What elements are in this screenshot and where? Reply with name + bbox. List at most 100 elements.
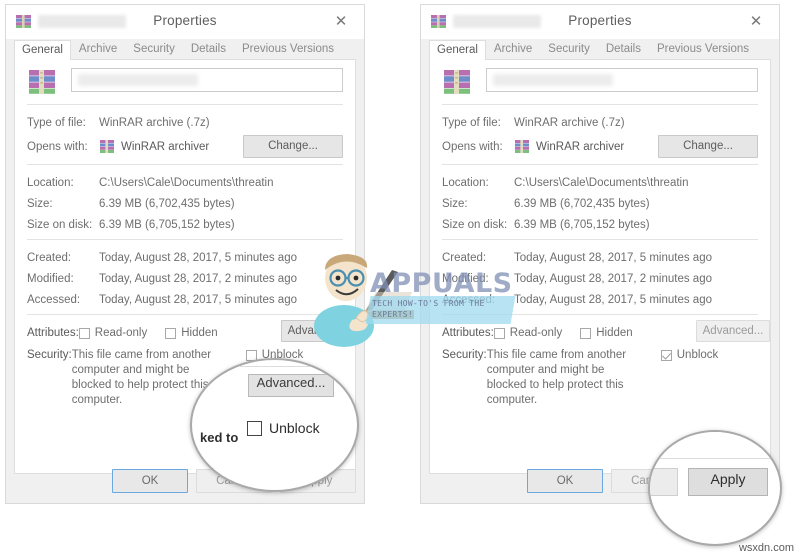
readonly-checkbox[interactable]: [78, 327, 90, 339]
unblock-group[interactable]: Unblock: [660, 349, 737, 361]
title-bar: Properties ✕: [6, 5, 364, 39]
file-name-header: [430, 60, 770, 104]
unblock-label: Unblock: [676, 349, 719, 361]
file-dates-section: Created: Today, August 28, 2017, 5 minut…: [15, 240, 355, 314]
label-security: Security:: [442, 349, 487, 361]
title-bar: Properties ✕: [421, 5, 779, 39]
tab-archive[interactable]: Archive: [486, 39, 540, 59]
hidden-checkbox[interactable]: [165, 327, 177, 339]
row-modified: Modified: Today, August 28, 2017, 2 minu…: [27, 268, 343, 289]
label-accessed: Accessed:: [27, 293, 81, 306]
opens-with-value-group: WinRAR archiver: [99, 139, 243, 154]
opens-with-value-group: WinRAR archiver: [514, 139, 658, 154]
redacted-file-name-value: [493, 74, 613, 86]
hidden-checkbox[interactable]: [580, 327, 592, 339]
file-location-section: Location: C:\Users\Cale\Documents\threat…: [15, 165, 355, 239]
hidden-label: Hidden: [181, 327, 218, 339]
label-accessed: Accessed:: [442, 293, 496, 306]
label-attributes: Attributes:: [27, 327, 79, 339]
magnified-cancel-button[interactable]: [650, 468, 678, 496]
change-button[interactable]: Change...: [658, 135, 758, 158]
tab-general[interactable]: General: [429, 40, 486, 60]
value-created: Today, August 28, 2017, 5 minutes ago: [514, 251, 712, 264]
row-size-on-disk: Size on disk: 6.39 MB (6,705,152 bytes): [442, 214, 758, 235]
window-title: Properties: [568, 13, 632, 28]
tab-security[interactable]: Security: [125, 39, 183, 59]
value-size-on-disk: 6.39 MB (6,705,152 bytes): [99, 218, 235, 231]
magnified-apply-button[interactable]: Apply: [688, 468, 768, 496]
label-created: Created:: [442, 251, 487, 264]
value-type-of-file: WinRAR archive (.7z): [99, 116, 210, 129]
winrar-app-icon: [100, 140, 114, 153]
value-size: 6.39 MB (6,702,435 bytes): [514, 197, 650, 210]
winrar-large-icon: [29, 70, 55, 94]
file-type-section: Type of file: WinRAR archive (.7z) Opens…: [430, 105, 770, 164]
file-dates-section: Created: Today, August 28, 2017, 5 minut…: [430, 240, 770, 314]
label-opens-with: Opens with:: [27, 140, 88, 153]
tab-general[interactable]: General: [14, 40, 71, 60]
security-description: This file came from another computer and…: [486, 349, 627, 406]
row-size: Size: 6.39 MB (6,702,435 bytes): [27, 193, 343, 214]
unblock-checkbox[interactable]: [660, 349, 672, 361]
ok-button[interactable]: OK: [527, 469, 603, 493]
value-size-on-disk: 6.39 MB (6,705,152 bytes): [514, 218, 650, 231]
magnifier-content: Advanced... ked to Unblock: [192, 360, 357, 490]
label-type-of-file: Type of file:: [27, 116, 86, 129]
tab-previous-versions[interactable]: Previous Versions: [649, 39, 757, 59]
label-size: Size:: [27, 197, 53, 210]
magnified-unblock-checkbox[interactable]: [247, 420, 262, 436]
close-icon[interactable]: ✕: [741, 10, 771, 32]
value-type-of-file: WinRAR archive (.7z): [514, 116, 625, 129]
magnifier-callout-apply: Apply: [648, 430, 782, 546]
redacted-file-name-value: [78, 74, 198, 86]
value-size: 6.39 MB (6,702,435 bytes): [99, 197, 235, 210]
label-type-of-file: Type of file:: [442, 116, 501, 129]
magnified-unblock-label: Unblock: [269, 420, 320, 436]
change-button[interactable]: Change...: [243, 135, 343, 158]
value-opens-with: WinRAR archiver: [536, 140, 625, 153]
row-location: Location: C:\Users\Cale\Documents\threat…: [442, 172, 758, 193]
label-size: Size:: [442, 197, 468, 210]
tab-details[interactable]: Details: [183, 39, 234, 59]
label-location: Location:: [442, 176, 489, 189]
row-size-on-disk: Size on disk: 6.39 MB (6,705,152 bytes): [27, 214, 343, 235]
row-created: Created: Today, August 28, 2017, 5 minut…: [442, 247, 758, 268]
label-modified: Modified:: [442, 272, 489, 285]
readonly-label: Read-only: [94, 327, 148, 339]
tab-previous-versions[interactable]: Previous Versions: [234, 39, 342, 59]
tab-security[interactable]: Security: [540, 39, 598, 59]
label-created: Created:: [27, 251, 72, 264]
value-location: C:\Users\Cale\Documents\threatin: [514, 176, 689, 189]
row-opens-with: Opens with: WinRAR archiver Change...: [27, 133, 343, 160]
attributes-section: Attributes: Read-only Hidden Advanced...…: [430, 315, 770, 412]
magnified-panel-edge: [650, 432, 780, 459]
value-location: C:\Users\Cale\Documents\threatin: [99, 176, 274, 189]
row-security: Security: This file came from another co…: [442, 348, 758, 408]
advanced-button[interactable]: Advanced...: [281, 320, 355, 342]
ok-button[interactable]: OK: [112, 469, 188, 493]
row-modified: Modified: Today, August 28, 2017, 2 minu…: [442, 268, 758, 289]
tab-details[interactable]: Details: [598, 39, 649, 59]
row-opens-with: Opens with: WinRAR archiver Change...: [442, 133, 758, 160]
site-credit: wsxdn.com: [738, 542, 794, 554]
readonly-checkbox[interactable]: [493, 327, 505, 339]
file-name-field[interactable]: [71, 68, 343, 92]
tab-archive[interactable]: Archive: [71, 39, 125, 59]
label-location: Location:: [27, 176, 74, 189]
close-icon[interactable]: ✕: [326, 10, 356, 32]
row-location: Location: C:\Users\Cale\Documents\threat…: [27, 172, 343, 193]
advanced-button[interactable]: Advanced...: [696, 320, 770, 342]
magnified-advanced-button[interactable]: Advanced...: [248, 374, 334, 397]
magnified-divider: [240, 366, 351, 367]
winrar-app-icon: [515, 140, 529, 153]
winrar-large-icon: [444, 70, 470, 94]
row-created: Created: Today, August 28, 2017, 5 minut…: [27, 247, 343, 268]
tab-strip: General Archive Security Details Previou…: [14, 39, 356, 60]
file-type-section: Type of file: WinRAR archive (.7z) Opens…: [15, 105, 355, 164]
row-type-of-file: Type of file: WinRAR archive (.7z): [27, 112, 343, 133]
value-accessed: Today, August 28, 2017, 5 minutes ago: [99, 293, 297, 306]
magnifier-content: Apply: [650, 432, 780, 544]
label-opens-with: Opens with:: [442, 140, 503, 153]
magnified-unblock-group[interactable]: Unblock: [247, 420, 320, 436]
file-name-field[interactable]: [486, 68, 758, 92]
